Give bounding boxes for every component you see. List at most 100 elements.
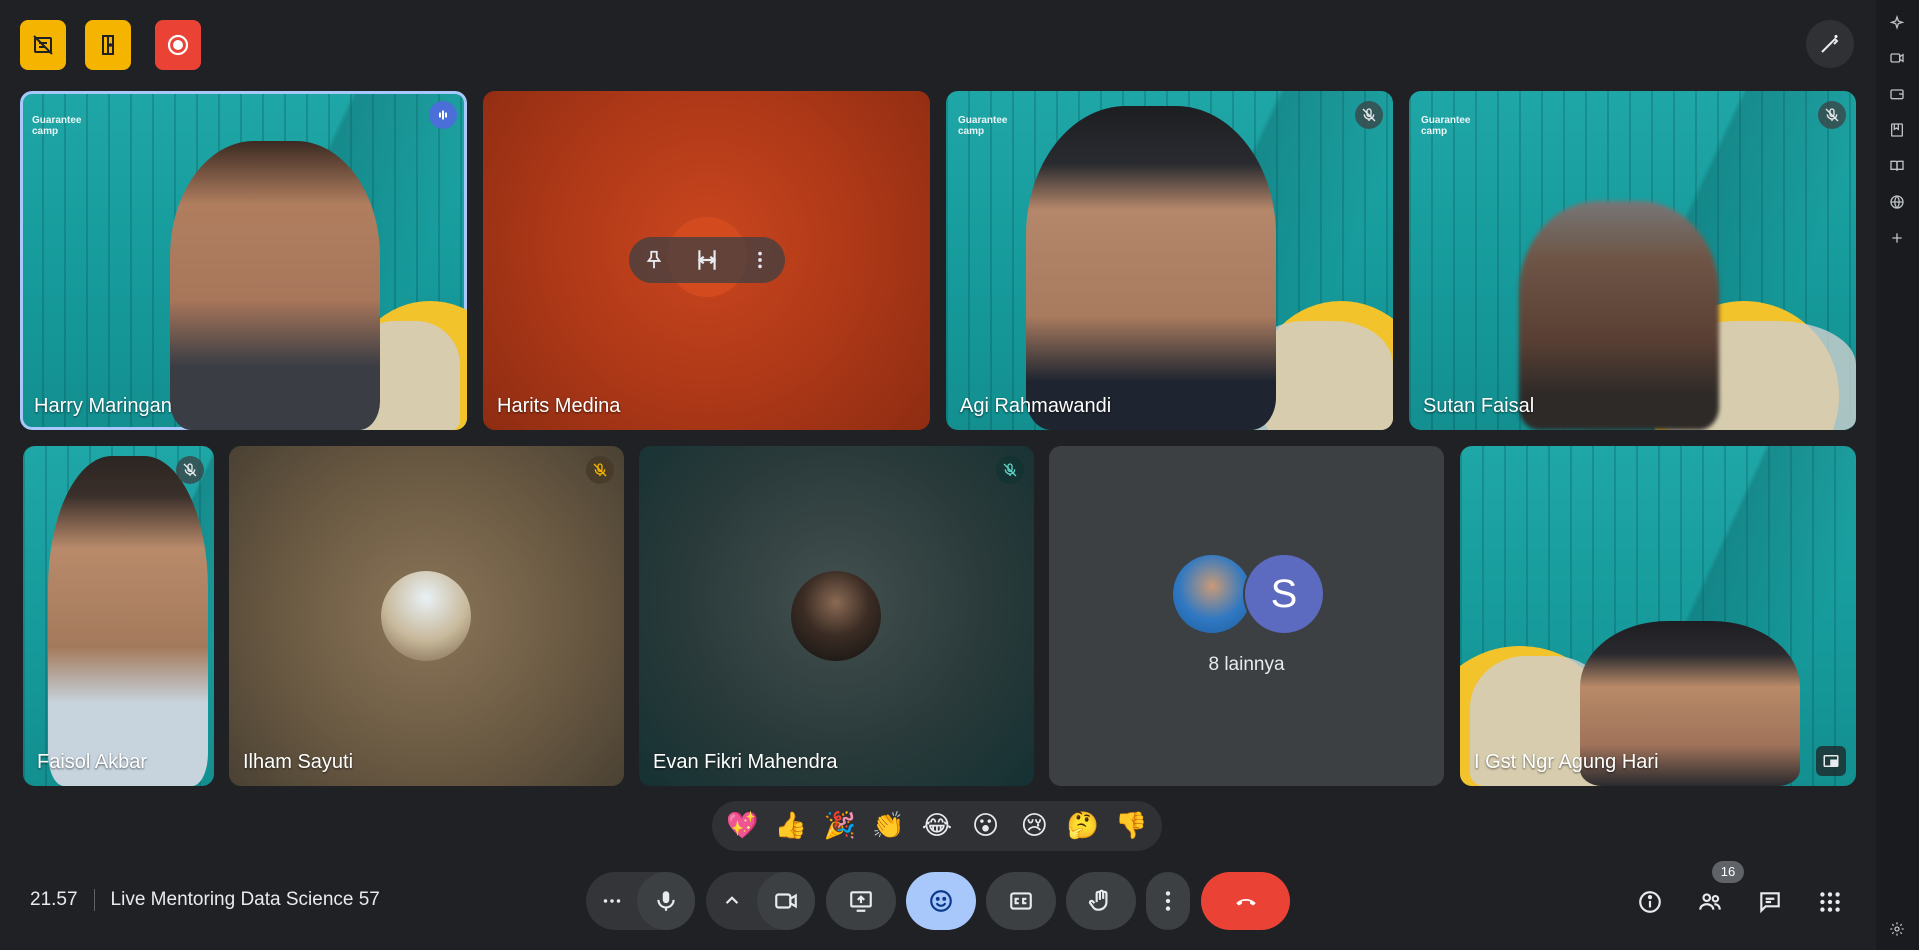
muted-indicator xyxy=(1818,101,1846,129)
others-tile[interactable]: S 8 lainnya xyxy=(1049,446,1444,786)
reaction-clapping[interactable]: 👏 xyxy=(866,811,910,841)
speaking-indicator xyxy=(429,101,457,129)
audio-options-button[interactable] xyxy=(586,872,638,930)
info-icon xyxy=(1639,891,1661,913)
reaction-sad[interactable]: 😢 xyxy=(1012,811,1056,841)
frame-icon[interactable] xyxy=(694,247,720,273)
present-screen-icon xyxy=(850,891,872,912)
wallet-icon[interactable] xyxy=(1886,83,1908,105)
participant-name: Sutan Faisal xyxy=(1423,395,1535,417)
people-count-badge: 16 xyxy=(1712,861,1744,883)
meeting-title: Live Mentoring Data Science 57 xyxy=(110,889,380,910)
brand-watermark: Guarantee camp xyxy=(32,115,82,137)
mic-button[interactable] xyxy=(637,872,695,930)
mic-icon xyxy=(657,891,675,911)
people-icon xyxy=(1699,893,1721,910)
visual-effects-button[interactable] xyxy=(1806,20,1854,68)
people-button[interactable] xyxy=(1694,886,1726,918)
activities-button[interactable] xyxy=(1814,886,1846,918)
video-options-button[interactable] xyxy=(706,872,758,930)
video-person xyxy=(1026,106,1276,430)
participant-name: I Gst Ngr Agung Hari xyxy=(1474,751,1659,773)
chat-icon xyxy=(1760,892,1780,914)
camera-icon[interactable] xyxy=(1886,47,1908,69)
side-rail xyxy=(1876,0,1919,950)
meeting-details-button[interactable] xyxy=(1634,886,1666,918)
video-person xyxy=(170,141,380,430)
raise-hand-icon xyxy=(1088,889,1108,911)
chevron-up-icon xyxy=(725,896,739,904)
pip-icon xyxy=(1823,755,1839,767)
reaction-laughing[interactable]: 😂 xyxy=(915,811,959,841)
participant-tile-sutan[interactable]: Guarantee camp Sutan Faisal xyxy=(1409,91,1856,430)
tile-hover-controls xyxy=(629,237,785,283)
more-dots-icon xyxy=(603,899,621,903)
participant-tile-ilham[interactable]: Ilham Sayuti xyxy=(229,446,624,786)
pin-icon[interactable] xyxy=(643,249,665,271)
reaction-thumbs-up[interactable]: 👍 xyxy=(769,811,813,841)
recording-indicator[interactable] xyxy=(155,20,201,70)
sparkle-icon[interactable] xyxy=(1886,12,1908,34)
more-options-button[interactable] xyxy=(1146,872,1190,930)
muted-indicator xyxy=(996,456,1024,484)
divider xyxy=(93,889,95,911)
mic-off-icon xyxy=(1362,108,1376,122)
mic-off-icon xyxy=(593,463,607,477)
raise-hand-button[interactable] xyxy=(1066,872,1136,930)
mic-off-icon xyxy=(1003,463,1017,477)
participant-tile-harits[interactable]: Harits Medina xyxy=(483,91,930,430)
door-icon xyxy=(102,35,114,55)
participant-avatar xyxy=(381,571,471,661)
mic-off-icon xyxy=(1825,108,1839,122)
reaction-surprised[interactable]: 😮 xyxy=(964,811,1008,841)
participant-name: Agi Rahmawandi xyxy=(960,395,1112,417)
more-vert-icon xyxy=(1165,891,1171,911)
video-person xyxy=(1519,201,1719,430)
participant-tile-agi[interactable]: Guarantee camp Agi Rahmawandi xyxy=(946,91,1393,430)
meeting-info: 21.57 Live Mentoring Data Science 57 xyxy=(30,889,380,911)
participant-tile-igst[interactable]: I Gst Ngr Agung Hari xyxy=(1460,446,1856,786)
others-count-label: 8 lainnya xyxy=(1208,654,1285,675)
audio-level-icon xyxy=(439,110,447,120)
globe-icon[interactable] xyxy=(1886,191,1908,213)
settings-icon[interactable] xyxy=(1886,918,1908,940)
camera-icon xyxy=(775,893,797,909)
emoji-icon xyxy=(930,890,952,912)
leave-call-button[interactable] xyxy=(1201,872,1290,930)
captions-button[interactable] xyxy=(986,872,1056,930)
record-icon xyxy=(167,34,189,56)
plus-icon[interactable] xyxy=(1886,227,1908,249)
captions-icon xyxy=(1010,892,1032,910)
camera-button[interactable] xyxy=(757,872,815,930)
brand-watermark: Guarantee camp xyxy=(958,115,1008,137)
participant-tile-faisol[interactable]: Faisol Akbar xyxy=(23,446,214,786)
breakout-room-button[interactable] xyxy=(85,20,131,70)
participant-name: Harits Medina xyxy=(497,395,621,417)
participant-avatar xyxy=(791,571,881,661)
participant-name: Evan Fikri Mahendra xyxy=(653,751,838,773)
participant-name: Ilham Sayuti xyxy=(243,751,354,773)
participant-avatar xyxy=(1171,553,1253,635)
bookmark-icon[interactable] xyxy=(1886,119,1908,141)
chat-button[interactable] xyxy=(1754,886,1786,918)
reaction-party-popper[interactable]: 🎉 xyxy=(818,811,862,841)
meeting-time: 21.57 xyxy=(30,889,78,910)
hide-tiles-button[interactable] xyxy=(20,20,66,70)
video-person xyxy=(48,456,208,786)
no-video-layout-icon xyxy=(33,35,53,55)
end-call-icon xyxy=(1235,899,1256,906)
reaction-sparkling-heart[interactable]: 💖 xyxy=(720,811,764,841)
muted-indicator xyxy=(586,456,614,484)
participant-tile-harry[interactable]: Guarantee camp Harry Maringan xyxy=(20,91,467,430)
participant-tile-evan[interactable]: Evan Fikri Mahendra xyxy=(639,446,1034,786)
reaction-thinking[interactable]: 🤔 xyxy=(1061,811,1105,841)
present-screen-button[interactable] xyxy=(826,872,896,930)
reaction-thumbs-down[interactable]: 👎 xyxy=(1110,811,1154,841)
muted-indicator xyxy=(1355,101,1383,129)
book-icon[interactable] xyxy=(1886,155,1908,177)
reactions-button[interactable] xyxy=(906,872,976,930)
more-vert-icon[interactable] xyxy=(749,249,771,271)
picture-in-picture-button[interactable] xyxy=(1816,746,1846,776)
participant-avatar-initial: S xyxy=(1243,553,1325,635)
participant-name: Faisol Akbar xyxy=(37,751,148,773)
